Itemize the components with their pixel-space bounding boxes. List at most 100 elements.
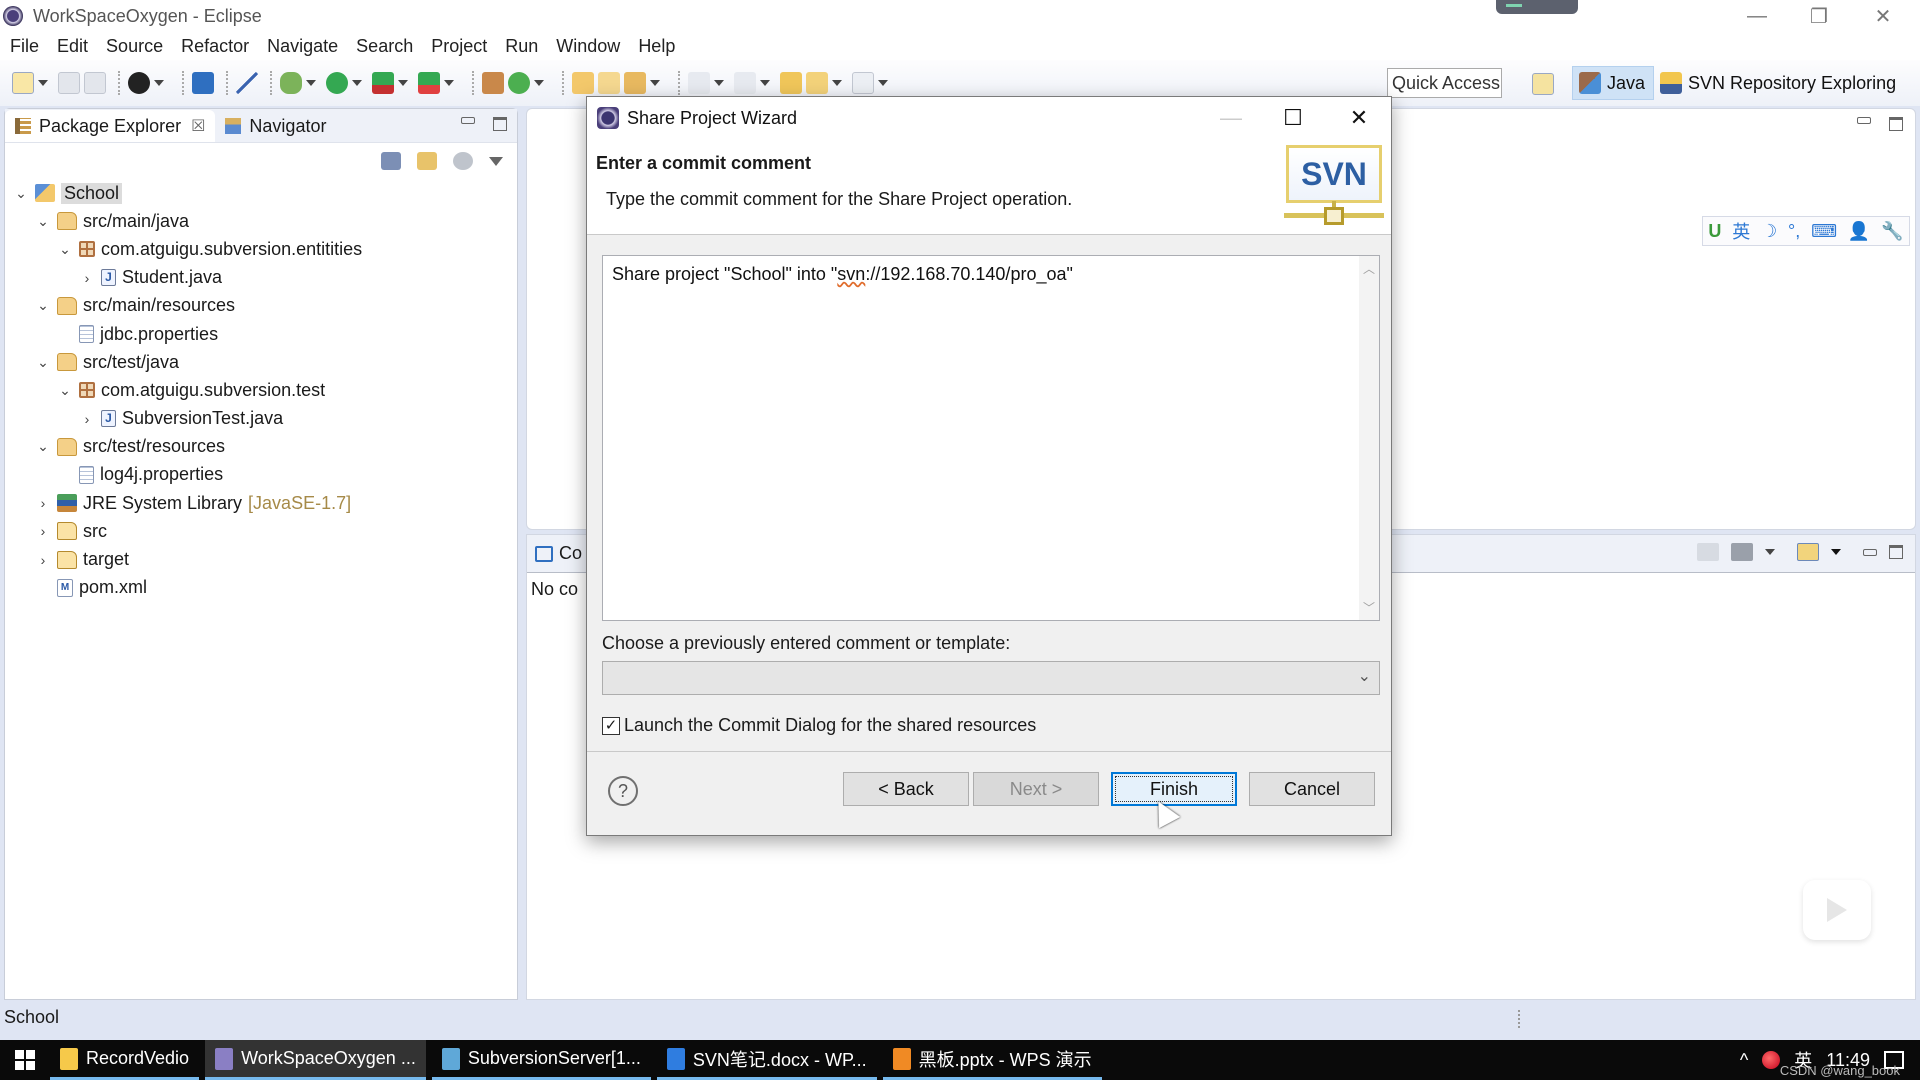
team-dropdown-icon[interactable]: [154, 80, 164, 86]
menu-edit[interactable]: Edit: [57, 36, 88, 57]
open-console-icon[interactable]: [1797, 543, 1819, 561]
chevron-right-icon[interactable]: ›: [33, 552, 53, 568]
chevron-down-icon[interactable]: ⌄: [55, 241, 75, 258]
minimize-window-button[interactable]: —: [1734, 2, 1780, 30]
help-button[interactable]: ?: [608, 776, 638, 806]
previous-annotation-dropdown-icon[interactable]: [760, 80, 770, 86]
chevron-right-icon[interactable]: ›: [33, 495, 53, 511]
scroll-up-icon[interactable]: ︿: [1363, 260, 1375, 277]
menu-refactor[interactable]: Refactor: [181, 36, 249, 57]
launch-commit-dialog-option[interactable]: ✓ Launch the Commit Dialog for the share…: [602, 715, 1036, 736]
scroll-down-icon[interactable]: ﹀: [1363, 599, 1375, 616]
tree-item[interactable]: ⌄ com.atguigu.subversion.test: [11, 376, 517, 404]
menu-file[interactable]: File: [10, 36, 39, 57]
external-tools-icon[interactable]: [418, 72, 440, 94]
tree-item[interactable]: ⌄ src/main/java: [11, 207, 517, 235]
new-icon[interactable]: [12, 72, 34, 94]
display-console-icon[interactable]: [1731, 543, 1753, 561]
recorder-tray-icon[interactable]: [1762, 1051, 1781, 1069]
cancel-button[interactable]: Cancel: [1249, 772, 1375, 806]
chevron-down-icon[interactable]: ⌄: [11, 185, 31, 202]
show-hidden-icons-button[interactable]: ^: [1740, 1050, 1748, 1071]
chevron-down-icon[interactable]: ⌄: [33, 297, 53, 314]
floating-widget[interactable]: [1496, 0, 1578, 14]
debug-dropdown-icon[interactable]: [306, 80, 316, 86]
back-button[interactable]: < Back: [843, 772, 969, 806]
quick-access-input[interactable]: Quick Access: [1387, 68, 1502, 98]
run-icon[interactable]: [326, 72, 348, 94]
chevron-down-icon[interactable]: ⌄: [1358, 666, 1371, 686]
tree-item[interactable]: ⌄ src/test/resources: [11, 433, 517, 461]
skip-breakpoints-icon[interactable]: [236, 72, 258, 94]
taskbar-item[interactable]: SVN笔记.docx - WP...: [656, 1040, 877, 1080]
open-perspective-icon[interactable]: [1532, 73, 1554, 95]
search-icon[interactable]: [624, 72, 646, 94]
comment-scrollbar[interactable]: ︿ ﹀: [1359, 256, 1379, 620]
chevron-down-icon[interactable]: ⌄: [33, 354, 53, 371]
back-dropdown-icon[interactable]: [832, 80, 842, 86]
restore-window-button[interactable]: ❐: [1796, 2, 1842, 30]
pin-console-icon[interactable]: [1697, 543, 1719, 561]
ime-settings-icon[interactable]: 🔧: [1881, 221, 1903, 242]
new-class-dropdown-icon[interactable]: [534, 80, 544, 86]
link-with-editor-icon[interactable]: [417, 152, 437, 170]
menu-source[interactable]: Source: [106, 36, 163, 57]
next-annotation-icon[interactable]: [688, 72, 710, 94]
minimize-panel-icon[interactable]: [461, 117, 475, 124]
tab-navigator[interactable]: Navigator: [215, 110, 336, 142]
coverage-icon[interactable]: [372, 72, 394, 94]
chevron-down-icon[interactable]: ⌄: [55, 382, 75, 399]
tree-item[interactable]: ⌄ src/test/java: [11, 348, 517, 376]
team-icon[interactable]: [128, 72, 150, 94]
new-java-class-icon[interactable]: [508, 72, 530, 94]
new-java-package-icon[interactable]: [482, 72, 504, 94]
collapse-all-icon[interactable]: [381, 152, 401, 170]
chevron-down-icon[interactable]: ⌄: [33, 213, 53, 230]
maximize-console-icon[interactable]: [1889, 545, 1903, 559]
tree-item[interactable]: ⌄ School: [11, 179, 517, 207]
ime-punctuation-icon[interactable]: °,: [1788, 221, 1800, 242]
previous-annotation-icon[interactable]: [734, 72, 756, 94]
commit-comment-textarea[interactable]: Share project "School" into "svn://192.1…: [602, 255, 1380, 621]
menu-help[interactable]: Help: [638, 36, 675, 57]
menu-run[interactable]: Run: [505, 36, 538, 57]
tree-item[interactable]: Mpom.xml: [11, 574, 517, 602]
minimize-console-icon[interactable]: [1863, 548, 1877, 556]
back-icon[interactable]: [806, 72, 828, 94]
open-console-dropdown-icon[interactable]: [1831, 549, 1841, 555]
forward-icon[interactable]: [852, 72, 874, 94]
run-dropdown-icon[interactable]: [352, 80, 362, 86]
chevron-right-icon[interactable]: ›: [77, 411, 97, 427]
ime-keyboard-icon[interactable]: ⌨: [1811, 221, 1837, 242]
save-all-icon[interactable]: [84, 72, 106, 94]
template-combo[interactable]: ⌄: [602, 661, 1380, 695]
tree-item[interactable]: ⌄ src/main/resources: [11, 292, 517, 320]
tree-item[interactable]: › target: [11, 545, 517, 573]
tab-package-explorer[interactable]: Package Explorer ☒: [5, 110, 216, 142]
maximize-panel-icon[interactable]: [493, 117, 507, 131]
tree-item[interactable]: jdbc.properties: [11, 320, 517, 348]
menu-navigate[interactable]: Navigate: [267, 36, 338, 57]
ime-logo-icon[interactable]: U: [1708, 221, 1721, 242]
chevron-right-icon[interactable]: ›: [77, 270, 97, 286]
chevron-down-icon[interactable]: ⌄: [33, 438, 53, 455]
tree-item[interactable]: › J Student.java: [11, 264, 517, 292]
console-toggle-icon[interactable]: [192, 72, 214, 94]
finish-button[interactable]: Finish: [1111, 772, 1237, 806]
dialog-maximize-button[interactable]: ☐: [1273, 103, 1313, 133]
start-button[interactable]: [0, 1040, 50, 1080]
menu-project[interactable]: Project: [431, 36, 487, 57]
close-tab-icon[interactable]: ☒: [191, 116, 205, 136]
perspective-java[interactable]: Java: [1572, 66, 1654, 100]
launch-commit-dialog-checkbox[interactable]: ✓: [602, 716, 620, 735]
dialog-close-button[interactable]: ✕: [1339, 103, 1379, 133]
tree-item[interactable]: › src: [11, 517, 517, 545]
minimize-editor-icon[interactable]: [1857, 117, 1871, 124]
search-dropdown-icon[interactable]: [650, 80, 660, 86]
save-icon[interactable]: [58, 72, 80, 94]
taskbar-item[interactable]: RecordVedio: [50, 1040, 200, 1080]
ime-language-toggle[interactable]: 英: [1732, 218, 1750, 244]
tree-item[interactable]: › JRE System Library [JavaSE-1.7]: [11, 489, 517, 517]
ime-halfwidth-icon[interactable]: ☽: [1761, 221, 1777, 242]
tab-console[interactable]: Co: [559, 543, 582, 564]
